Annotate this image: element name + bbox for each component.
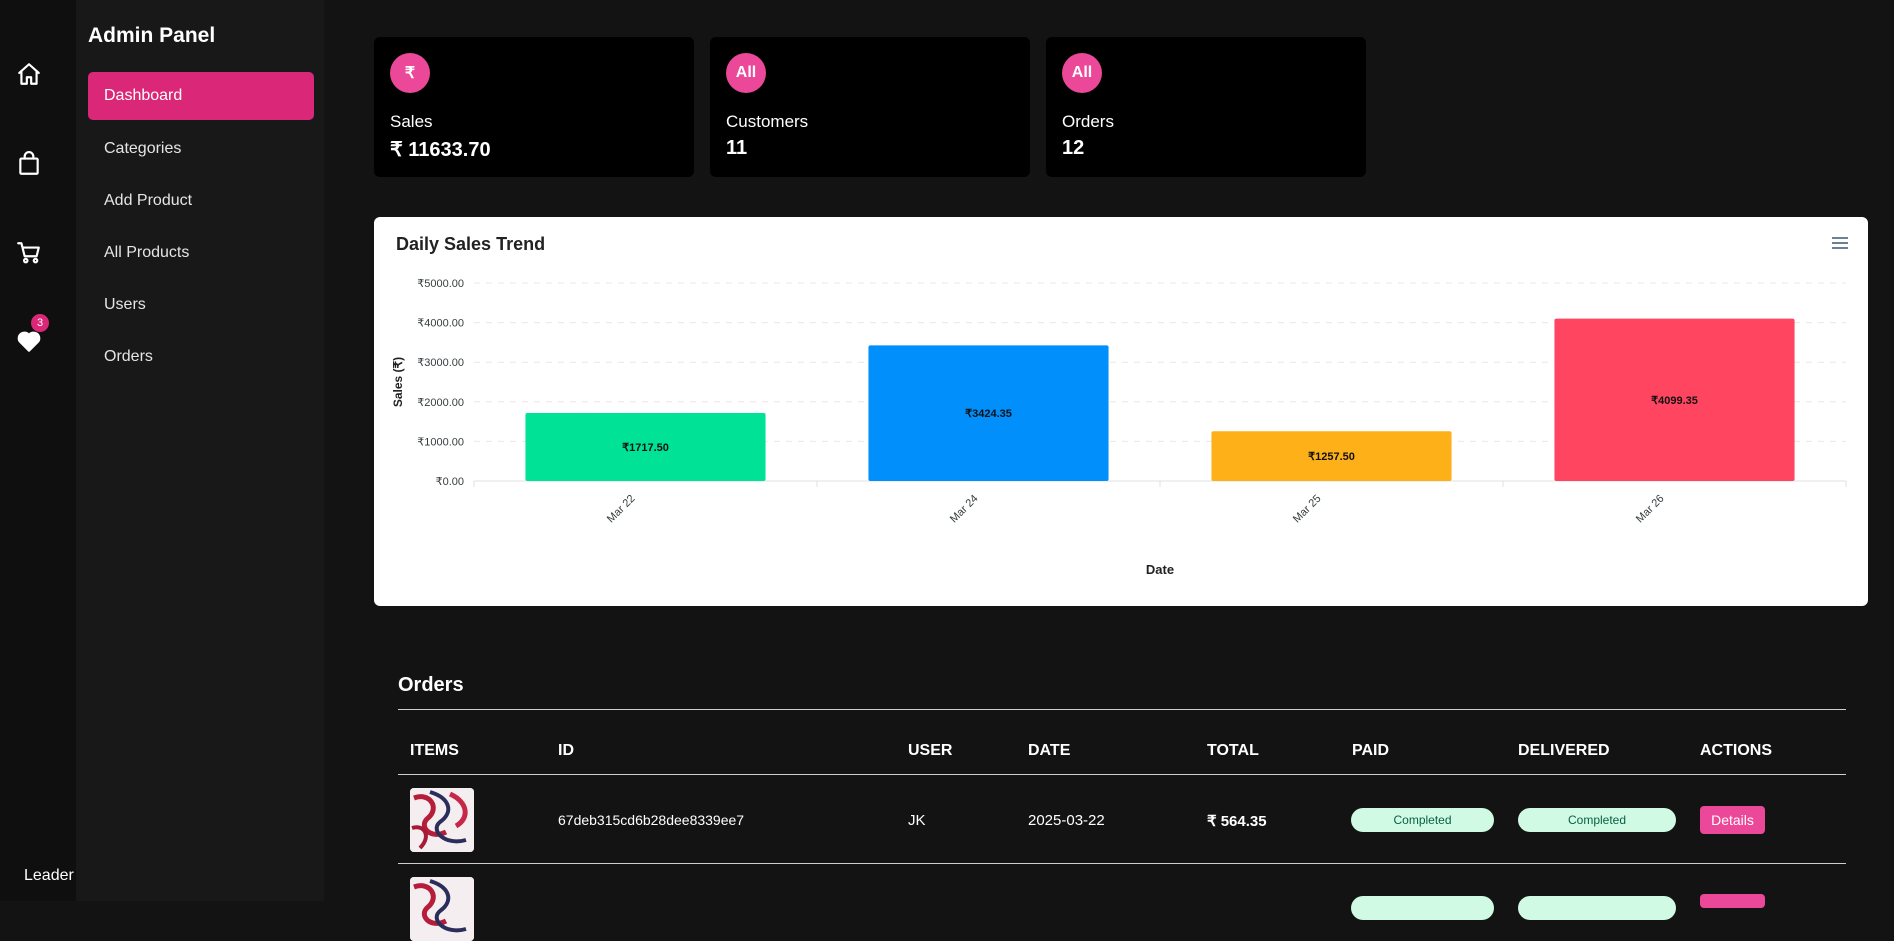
icon-sidebar: 3 Leader <box>0 0 76 901</box>
orders-value: 12 <box>1062 137 1085 159</box>
customers-value: 11 <box>726 137 748 159</box>
data-label: ₹1257.50 <box>1308 451 1355 463</box>
header-items: ITEMS <box>410 742 459 759</box>
panel-title: Admin Panel <box>88 24 216 47</box>
header-paid: PAID <box>1352 742 1390 759</box>
all-badge: All <box>726 53 766 93</box>
paid-status-badge <box>1351 896 1494 920</box>
data-label: ₹1717.50 <box>622 442 669 454</box>
data-label: ₹3424.35 <box>965 408 1012 420</box>
product-thumbnail <box>410 877 474 941</box>
x-tick-label: Mar 24 <box>948 493 981 526</box>
rupee-badge: ₹ <box>390 53 430 93</box>
nav-all-products[interactable]: All Products <box>88 229 314 277</box>
y-axis-title: Sales (₹) <box>391 357 405 407</box>
orders-label: Orders <box>1062 112 1114 131</box>
x-axis-title: Date <box>1146 562 1174 577</box>
order-date: 2025-03-22 <box>1028 812 1105 829</box>
y-tick-label: ₹3000.00 <box>417 357 464 369</box>
divider <box>398 774 1846 775</box>
nav-categories[interactable]: Categories <box>88 125 314 173</box>
x-tick-label: Mar 25 <box>1291 493 1324 526</box>
favorites-count-badge: 3 <box>31 314 49 332</box>
orders-stat-card: All Orders 12 <box>1046 37 1366 177</box>
customers-stat-card: All Customers 11 <box>710 37 1030 177</box>
header-date: DATE <box>1028 742 1071 759</box>
header-user: USER <box>908 742 953 759</box>
daily-sales-chart-card: Daily Sales Trend ₹0.00 ₹1000.00 ₹2000.00 ₹… <box>374 217 1868 606</box>
cart-icon[interactable] <box>14 238 44 268</box>
divider <box>398 709 1846 710</box>
paid-status-badge: Completed <box>1351 808 1494 832</box>
leader-label[interactable]: Leader <box>24 867 74 885</box>
nav-add-product[interactable]: Add Product <box>88 177 314 225</box>
shopping-bag-icon[interactable] <box>14 149 44 179</box>
header-id: ID <box>558 742 574 759</box>
y-tick-label: ₹1000.00 <box>417 436 464 448</box>
sales-value: ₹ 11633.70 <box>390 139 491 161</box>
all-badge: All <box>1062 53 1102 93</box>
product-thumbnail <box>410 788 474 852</box>
header-actions: ACTIONS <box>1700 742 1772 759</box>
y-tick-label: ₹0.00 <box>436 476 464 488</box>
y-tick-label: ₹2000.00 <box>417 397 464 409</box>
nav-orders[interactable]: Orders <box>88 333 314 381</box>
home-icon[interactable] <box>14 59 44 89</box>
y-tick-label: ₹5000.00 <box>417 278 464 290</box>
x-tick-label: Mar 26 <box>1634 493 1667 526</box>
header-total: TOTAL <box>1207 742 1259 759</box>
admin-sidenav: Admin Panel Dashboard Categories Add Pro… <box>76 0 324 901</box>
nav-dashboard[interactable]: Dashboard <box>88 72 314 120</box>
order-total: ₹ 564.35 <box>1207 813 1267 830</box>
order-id: 67deb315cd6b28dee8339ee7 <box>558 812 745 828</box>
details-button[interactable]: Details <box>1700 806 1765 834</box>
customers-label: Customers <box>726 112 809 131</box>
sales-stat-card: ₹ Sales ₹ 11633.70 <box>374 37 694 177</box>
delivered-status-badge <box>1518 896 1676 920</box>
y-tick-label: ₹4000.00 <box>417 318 464 330</box>
data-label: ₹4099.35 <box>1651 395 1698 407</box>
nav-users[interactable]: Users <box>88 281 314 329</box>
x-tick-label: Mar 22 <box>605 493 638 526</box>
orders-title: Orders <box>398 674 464 696</box>
sales-label: Sales <box>390 112 433 131</box>
details-button[interactable] <box>1700 894 1765 908</box>
bar-chart: ₹0.00 ₹1000.00 ₹2000.00 ₹3000.00 ₹4000.00 ₹50… <box>391 278 1847 577</box>
header-delivered: DELIVERED <box>1518 742 1610 759</box>
delivered-status-badge: Completed <box>1518 808 1676 832</box>
divider <box>398 863 1846 864</box>
order-user: JK <box>908 812 926 829</box>
